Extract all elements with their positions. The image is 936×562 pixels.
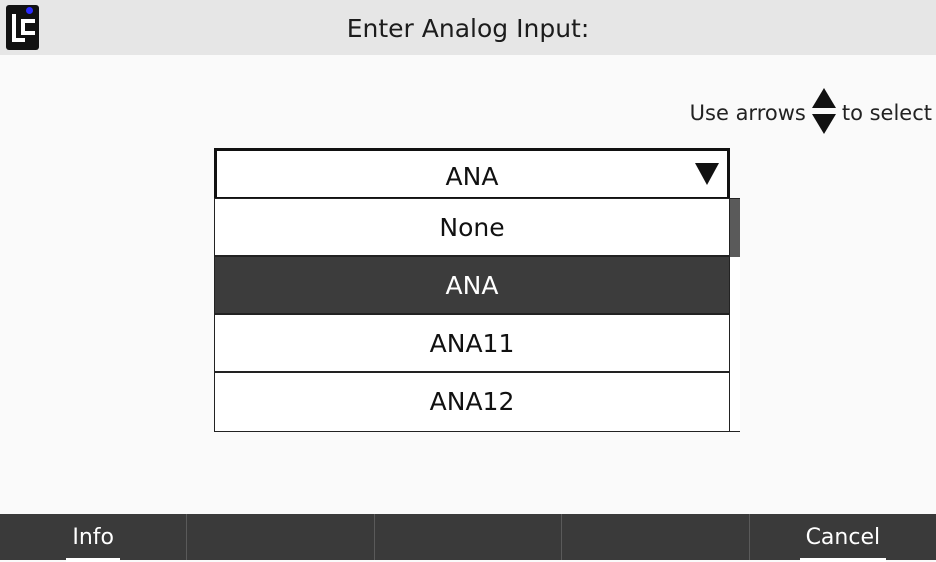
up-down-arrows-icon bbox=[811, 87, 836, 139]
softkey-2[interactable] bbox=[186, 514, 373, 560]
triangle-down-icon bbox=[695, 163, 719, 189]
hint-text-after: to select bbox=[841, 101, 932, 125]
dialog-title: Enter Analog Input: bbox=[346, 14, 590, 43]
options-list[interactable]: None ANA ANA11 ANA12 bbox=[214, 198, 740, 432]
list-scrollbar[interactable] bbox=[729, 199, 740, 431]
softkey-3[interactable] bbox=[373, 514, 561, 560]
selection-hint: Use arrows to select bbox=[689, 87, 932, 139]
title-bar: Enter Analog Input: bbox=[0, 0, 936, 55]
cancel-button[interactable]: Cancel bbox=[748, 514, 936, 562]
info-button[interactable]: Info bbox=[0, 514, 186, 562]
softkey-4[interactable] bbox=[561, 514, 748, 560]
option-ana12[interactable]: ANA12 bbox=[215, 373, 729, 431]
scrollbar-thumb[interactable] bbox=[730, 199, 740, 257]
option-none[interactable]: None bbox=[215, 199, 729, 257]
analog-input-select[interactable]: ANA bbox=[214, 148, 730, 200]
select-value: ANA bbox=[445, 162, 499, 191]
option-ana11[interactable]: ANA11 bbox=[215, 315, 729, 373]
option-ana-selected[interactable]: ANA bbox=[215, 257, 729, 315]
softkey-bar: Info Cancel bbox=[0, 514, 936, 562]
info-button-label: Info bbox=[66, 518, 121, 562]
hint-text-before: Use arrows bbox=[689, 101, 806, 125]
cancel-button-label: Cancel bbox=[799, 518, 887, 562]
